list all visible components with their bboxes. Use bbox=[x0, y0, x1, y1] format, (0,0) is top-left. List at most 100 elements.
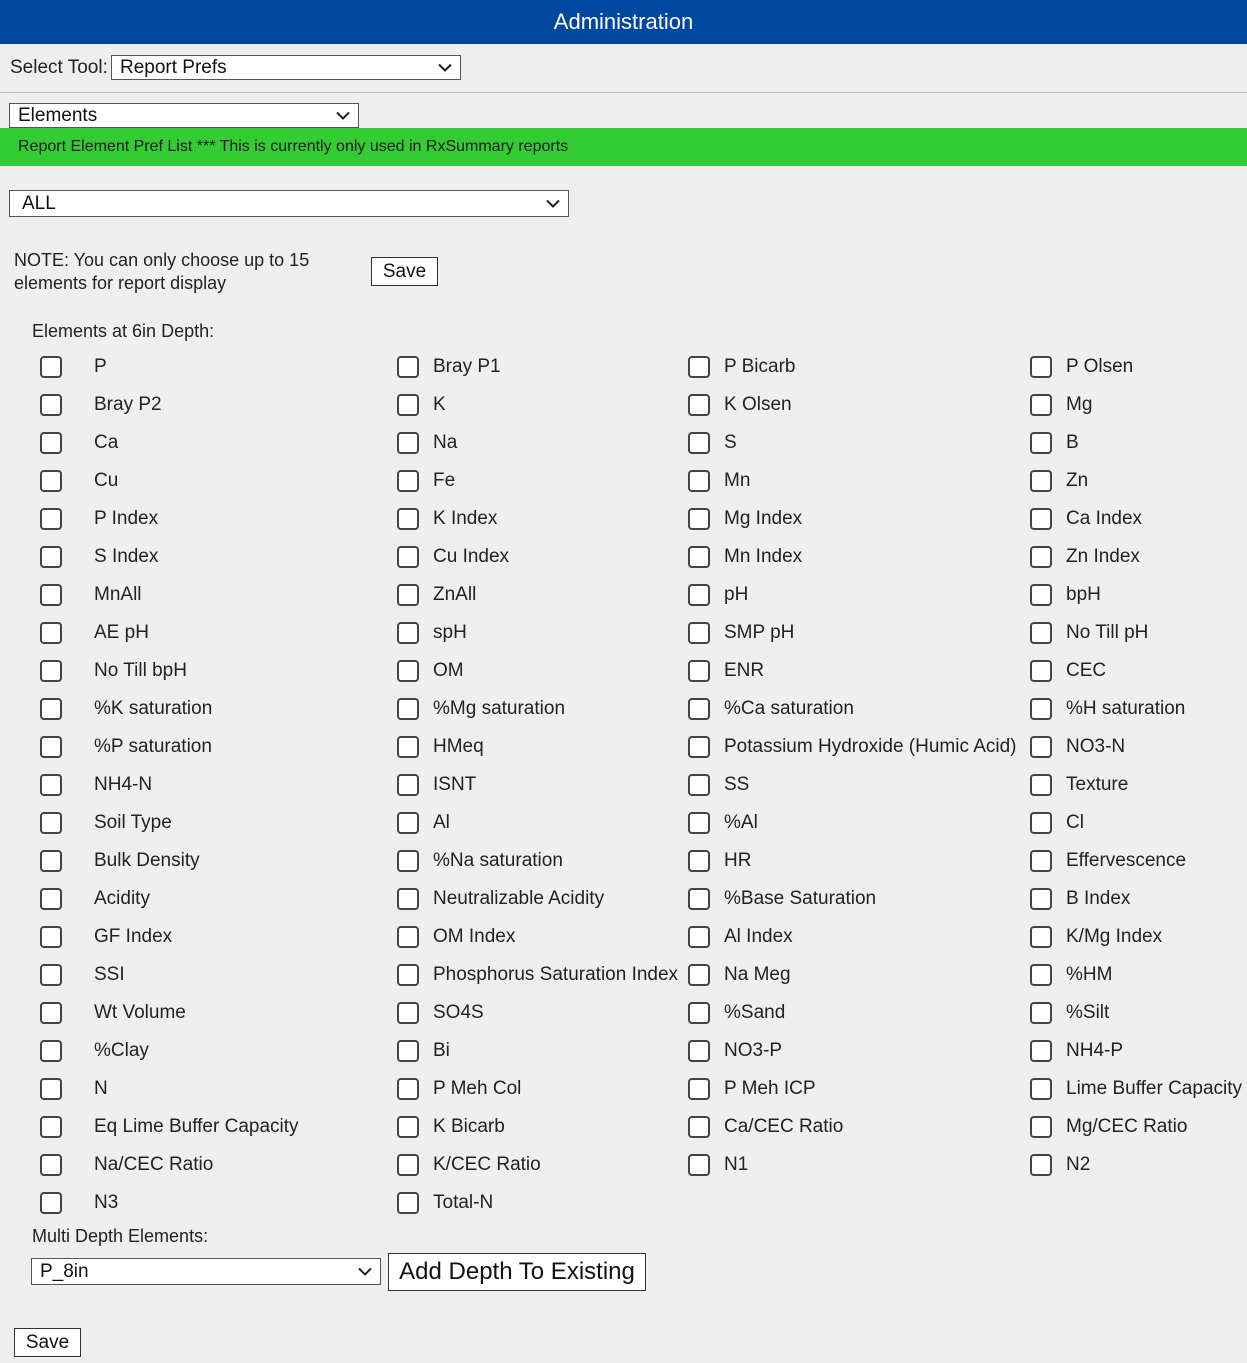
element-checkbox-label[interactable]: Cu bbox=[94, 462, 118, 500]
element-checkbox[interactable] bbox=[688, 698, 710, 720]
element-checkbox[interactable] bbox=[688, 736, 710, 758]
element-checkbox[interactable] bbox=[688, 470, 710, 492]
element-checkbox[interactable] bbox=[397, 698, 419, 720]
element-checkbox-label[interactable]: Cu Index bbox=[433, 538, 509, 576]
element-checkbox[interactable] bbox=[40, 508, 62, 530]
save-button-top[interactable]: Save bbox=[371, 257, 438, 286]
element-checkbox-label[interactable]: bpH bbox=[1066, 576, 1101, 614]
add-depth-button[interactable]: Add Depth To Existing bbox=[388, 1253, 646, 1291]
element-checkbox-label[interactable]: K Index bbox=[433, 500, 497, 538]
element-checkbox[interactable] bbox=[1030, 888, 1052, 910]
element-checkbox-label[interactable]: Ca/CEC Ratio bbox=[724, 1108, 843, 1146]
element-checkbox-label[interactable]: %Al bbox=[724, 804, 758, 842]
element-checkbox[interactable] bbox=[397, 812, 419, 834]
element-checkbox-label[interactable]: S Index bbox=[94, 538, 158, 576]
element-checkbox[interactable] bbox=[688, 432, 710, 454]
element-checkbox-label[interactable]: Na/CEC Ratio bbox=[94, 1146, 213, 1184]
element-checkbox-label[interactable]: N1 bbox=[724, 1146, 748, 1184]
element-checkbox[interactable] bbox=[688, 812, 710, 834]
element-checkbox[interactable] bbox=[397, 356, 419, 378]
element-checkbox-label[interactable]: Wt Volume bbox=[94, 994, 186, 1032]
element-checkbox[interactable] bbox=[397, 1002, 419, 1024]
element-checkbox-label[interactable]: P bbox=[94, 348, 107, 386]
element-checkbox-label[interactable]: Mn bbox=[724, 462, 750, 500]
element-checkbox-label[interactable]: NH4-N bbox=[94, 766, 152, 804]
element-checkbox-label[interactable]: K Olsen bbox=[724, 386, 792, 424]
element-checkbox[interactable] bbox=[40, 964, 62, 986]
element-checkbox-label[interactable]: Bray P1 bbox=[433, 348, 501, 386]
element-checkbox[interactable] bbox=[1030, 584, 1052, 606]
element-checkbox[interactable] bbox=[40, 470, 62, 492]
element-checkbox[interactable] bbox=[397, 1078, 419, 1100]
element-checkbox[interactable] bbox=[397, 1116, 419, 1138]
element-checkbox[interactable] bbox=[688, 660, 710, 682]
element-checkbox[interactable] bbox=[1030, 926, 1052, 948]
element-checkbox[interactable] bbox=[688, 926, 710, 948]
element-checkbox-label[interactable]: %Base Saturation bbox=[724, 880, 876, 918]
element-checkbox-label[interactable]: NH4-P bbox=[1066, 1032, 1123, 1070]
element-checkbox[interactable] bbox=[397, 584, 419, 606]
filter-select[interactable]: ALL bbox=[9, 190, 569, 217]
element-checkbox[interactable] bbox=[1030, 1116, 1052, 1138]
element-checkbox[interactable] bbox=[397, 736, 419, 758]
element-checkbox[interactable] bbox=[40, 546, 62, 568]
element-checkbox-label[interactable]: SS bbox=[724, 766, 749, 804]
tool-select[interactable]: Report Prefs bbox=[111, 55, 461, 80]
element-checkbox[interactable] bbox=[1030, 660, 1052, 682]
element-checkbox[interactable] bbox=[688, 888, 710, 910]
element-checkbox[interactable] bbox=[688, 356, 710, 378]
element-checkbox-label[interactable]: Na bbox=[433, 424, 457, 462]
element-checkbox-label[interactable]: P Olsen bbox=[1066, 348, 1133, 386]
element-checkbox-label[interactable]: %P saturation bbox=[94, 728, 212, 766]
element-checkbox-label[interactable]: Effervescence bbox=[1066, 842, 1186, 880]
element-checkbox-label[interactable]: Mg bbox=[1066, 386, 1092, 424]
element-checkbox[interactable] bbox=[1030, 546, 1052, 568]
element-checkbox[interactable] bbox=[40, 1078, 62, 1100]
element-checkbox[interactable] bbox=[397, 1040, 419, 1062]
element-checkbox[interactable] bbox=[397, 432, 419, 454]
element-checkbox[interactable] bbox=[40, 356, 62, 378]
element-checkbox-label[interactable]: AE pH bbox=[94, 614, 149, 652]
element-checkbox-label[interactable]: Potassium Hydroxide (Humic Acid) bbox=[724, 728, 1016, 766]
element-checkbox[interactable] bbox=[1030, 964, 1052, 986]
element-checkbox-label[interactable]: Texture bbox=[1066, 766, 1128, 804]
element-checkbox-label[interactable]: NO3-N bbox=[1066, 728, 1125, 766]
element-checkbox-label[interactable]: NO3-P bbox=[724, 1032, 782, 1070]
element-checkbox[interactable] bbox=[397, 926, 419, 948]
element-checkbox[interactable] bbox=[1030, 508, 1052, 530]
element-checkbox-label[interactable]: K bbox=[433, 386, 446, 424]
element-checkbox-label[interactable]: B Index bbox=[1066, 880, 1130, 918]
element-checkbox-label[interactable]: %Mg saturation bbox=[433, 690, 565, 728]
element-checkbox[interactable] bbox=[397, 888, 419, 910]
element-checkbox[interactable] bbox=[688, 1116, 710, 1138]
element-checkbox[interactable] bbox=[40, 1192, 62, 1214]
element-checkbox-label[interactable]: Mn Index bbox=[724, 538, 802, 576]
element-checkbox[interactable] bbox=[1030, 698, 1052, 720]
element-checkbox-label[interactable]: Neutralizable Acidity bbox=[433, 880, 604, 918]
element-checkbox[interactable] bbox=[397, 1154, 419, 1176]
element-checkbox-label[interactable]: HR bbox=[724, 842, 751, 880]
element-checkbox[interactable] bbox=[40, 850, 62, 872]
element-checkbox[interactable] bbox=[1030, 812, 1052, 834]
element-checkbox-label[interactable]: %Clay bbox=[94, 1032, 149, 1070]
element-checkbox-label[interactable]: Acidity bbox=[94, 880, 150, 918]
element-checkbox[interactable] bbox=[688, 394, 710, 416]
element-checkbox[interactable] bbox=[40, 1116, 62, 1138]
element-checkbox-label[interactable]: Soil Type bbox=[94, 804, 172, 842]
element-checkbox[interactable] bbox=[397, 1192, 419, 1214]
element-checkbox-label[interactable]: %K saturation bbox=[94, 690, 212, 728]
element-checkbox[interactable] bbox=[40, 1002, 62, 1024]
element-checkbox-label[interactable]: K/Mg Index bbox=[1066, 918, 1162, 956]
element-checkbox[interactable] bbox=[397, 622, 419, 644]
element-checkbox-label[interactable]: %H saturation bbox=[1066, 690, 1185, 728]
element-checkbox-label[interactable]: OM Index bbox=[433, 918, 515, 956]
element-checkbox-label[interactable]: %Sand bbox=[724, 994, 785, 1032]
element-checkbox[interactable] bbox=[397, 546, 419, 568]
element-checkbox[interactable] bbox=[40, 432, 62, 454]
save-button-bottom[interactable]: Save bbox=[14, 1328, 81, 1357]
element-checkbox-label[interactable]: K/CEC Ratio bbox=[433, 1146, 541, 1184]
element-checkbox-label[interactable]: ISNT bbox=[433, 766, 476, 804]
element-checkbox-label[interactable]: Zn Index bbox=[1066, 538, 1140, 576]
element-checkbox[interactable] bbox=[40, 926, 62, 948]
element-checkbox-label[interactable]: %Ca saturation bbox=[724, 690, 854, 728]
